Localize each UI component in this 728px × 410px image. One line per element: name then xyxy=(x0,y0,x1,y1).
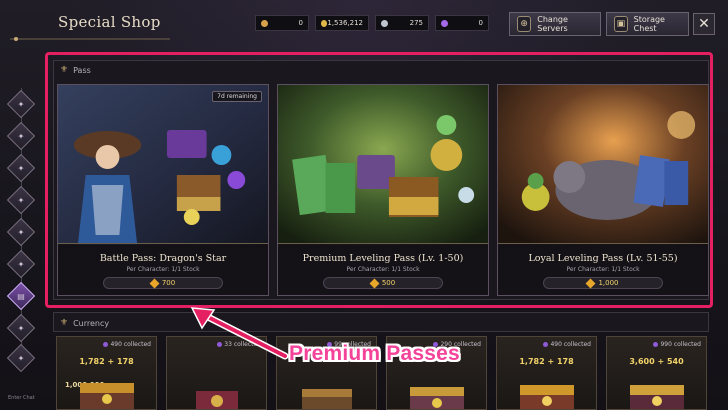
collected-count: 990 collected xyxy=(653,341,701,348)
diamond-tab-icon: ✦ xyxy=(17,227,25,237)
collected-label: 490 collected xyxy=(550,341,591,348)
purple-gem-icon xyxy=(543,342,549,347)
sidebar-footer-hint: Enter Chat xyxy=(8,395,35,401)
collected-label: 490 collected xyxy=(110,341,151,348)
header: Special Shop 0 1,536,212 275 0 ⊕ Change … xyxy=(0,0,728,48)
currency-arrow-token: 0 xyxy=(255,15,309,31)
sidebar-tab-6[interactable]: ✦ xyxy=(6,249,36,279)
currency-amount: 3,600 + 540 xyxy=(629,357,684,366)
treasure-chest-icon xyxy=(79,383,134,409)
currency-amount: 1,782 + 178 xyxy=(519,357,574,366)
treasure-chest-icon xyxy=(301,389,352,409)
arrow-token-icon xyxy=(261,19,268,27)
change-servers-label: Change Servers xyxy=(537,15,568,33)
currency-silver: 275 xyxy=(375,15,429,31)
currency-bar: 0 1,536,212 275 0 xyxy=(255,15,489,31)
sidebar-tab-shop[interactable]: ▤ xyxy=(6,281,36,311)
diamond-tab-icon: ✦ xyxy=(17,163,25,173)
sidebar-tab-1[interactable]: ✦ xyxy=(6,89,36,119)
collected-label: 990 collected xyxy=(660,341,701,348)
currency-amount: 1,782 + 178 xyxy=(79,357,134,366)
fleur-icon: ⚜ xyxy=(60,318,69,328)
diamond-tab-icon: ✦ xyxy=(17,99,25,109)
treasure-chest-icon xyxy=(409,387,464,409)
currency-card[interactable]: 490 collected 1,782 + 178 xyxy=(496,336,597,410)
silver-coin-icon xyxy=(381,19,388,27)
shop-tab-icon: ▤ xyxy=(17,291,25,301)
currency-purple: 0 xyxy=(435,15,489,31)
highlight-frame xyxy=(45,52,713,308)
treasure-chest-icon xyxy=(519,385,574,409)
treasure-chest-icon xyxy=(195,391,238,409)
purple-gem-icon xyxy=(103,342,109,347)
sidebar-tab-2[interactable]: ✦ xyxy=(6,121,36,151)
diamond-tab-icon: ✦ xyxy=(17,259,25,269)
diamond-tab-icon: ✦ xyxy=(17,195,25,205)
globe-icon: ⊕ xyxy=(517,16,532,32)
sidebar-tab-9[interactable]: ✦ xyxy=(6,343,36,373)
title-ornament xyxy=(10,37,170,41)
page-title: Special Shop xyxy=(58,13,161,31)
annotation-label: Premium Passes xyxy=(289,342,460,365)
annotation-arrow xyxy=(190,307,289,360)
sidebar-tab-3[interactable]: ✦ xyxy=(6,153,36,183)
collected-count: 490 collected xyxy=(543,341,591,348)
collected-count: 490 collected xyxy=(103,341,151,348)
currency-card[interactable]: 490 collected 1,782 + 178 1,000,000 xyxy=(56,336,157,410)
currency-value: 275 xyxy=(409,19,423,27)
purple-gem-icon xyxy=(653,342,659,347)
sidebar-tab-5[interactable]: ✦ xyxy=(6,217,36,247)
purple-gem-icon xyxy=(441,19,448,27)
currency-value: 0 xyxy=(478,19,483,27)
sidebar: ✦ ✦ ✦ ✦ ✦ ✦ ▤ ✦ ✦ xyxy=(0,80,44,380)
diamond-tab-icon: ✦ xyxy=(17,353,25,363)
change-servers-button[interactable]: ⊕ Change Servers xyxy=(509,12,601,36)
currency-section-heading: ⚜ Currency xyxy=(60,318,109,328)
currency-card[interactable]: 990 collected 3,600 + 540 xyxy=(606,336,707,410)
currency-gold: 1,536,212 xyxy=(315,15,369,31)
sidebar-tab-4[interactable]: ✦ xyxy=(6,185,36,215)
currency-section: ⚜ Currency xyxy=(53,312,709,332)
close-button[interactable]: ✕ xyxy=(693,13,715,35)
storage-chest-button[interactable]: ▣ Storage Chest xyxy=(606,12,689,36)
chest-icon: ▣ xyxy=(614,16,628,32)
diamond-tab-icon: ✦ xyxy=(17,131,25,141)
currency-heading-label: Currency xyxy=(73,318,110,328)
currency-value: 0 xyxy=(298,19,303,27)
diamond-tab-icon: ✦ xyxy=(17,323,25,333)
sidebar-tab-8[interactable]: ✦ xyxy=(6,313,36,343)
close-icon: ✕ xyxy=(698,16,710,32)
storage-chest-label: Storage Chest xyxy=(633,15,665,33)
treasure-chest-icon xyxy=(629,385,684,409)
currency-value: 1,536,212 xyxy=(327,19,363,27)
